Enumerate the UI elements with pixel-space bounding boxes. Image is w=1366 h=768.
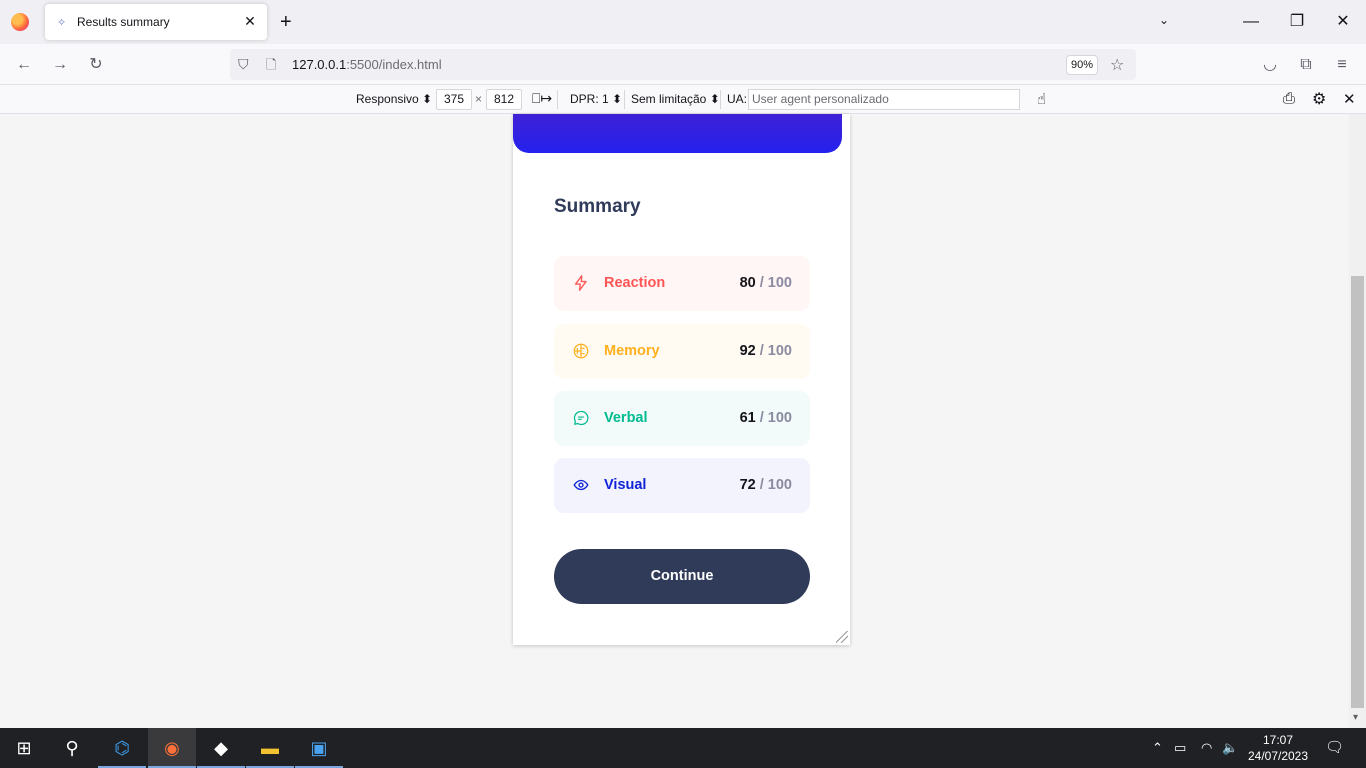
continue-button[interactable]: Continue	[554, 549, 810, 604]
search-icon[interactable]: ⚲	[48, 728, 96, 768]
toolbar-divider	[557, 90, 558, 109]
photos-icon[interactable]: ▣	[295, 728, 343, 768]
settings-gear-icon[interactable]: ⚙	[1312, 89, 1326, 109]
inkscape-icon[interactable]: ◆	[197, 728, 245, 768]
touch-simulation-icon[interactable]: ☝	[1037, 90, 1046, 108]
firefox-logo-icon[interactable]	[11, 13, 29, 31]
close-window-button[interactable]: ✕	[1328, 8, 1358, 36]
tab-strip: ✧ Results summary ✕ + ⌄ — ❐ ✕	[0, 0, 1366, 44]
tab-close-icon[interactable]: ✕	[241, 12, 259, 30]
viewport-area: Summary Reaction 80 / 100 Memory 92 / 10…	[0, 114, 1349, 728]
forward-arrow-icon[interactable]: →	[48, 53, 72, 77]
minimize-button[interactable]: —	[1236, 8, 1266, 36]
category-score: 61 / 100	[739, 410, 792, 426]
vertical-scrollbar[interactable]: ▾	[1349, 114, 1366, 728]
close-rdm-icon[interactable]: ✕	[1343, 90, 1356, 108]
scrollbar-thumb[interactable]	[1351, 276, 1364, 708]
dimension-separator: ×	[475, 92, 483, 106]
viewport-height-input[interactable]: 812	[486, 89, 522, 110]
bookmark-star-icon[interactable]: ☆	[1110, 55, 1124, 75]
toolbar-divider	[624, 90, 625, 109]
category-verbal: Verbal 61 / 100	[554, 391, 810, 446]
device-select[interactable]: Responsivo ⬍	[356, 92, 432, 106]
restore-button[interactable]: ❐	[1282, 8, 1312, 36]
clock-time: 17:07	[1262, 733, 1294, 747]
ua-label: UA:	[727, 92, 748, 106]
scroll-down-arrow-icon[interactable]: ▾	[1353, 712, 1358, 723]
file-explorer-icon[interactable]: ▬	[246, 728, 294, 768]
dpr-select[interactable]: DPR: 1 ⬍	[570, 92, 622, 106]
start-menu-icon[interactable]: ⊞	[0, 728, 48, 768]
extensions-icon[interactable]: ⧉	[1294, 53, 1318, 77]
tab-title: Results summary	[77, 15, 170, 29]
emulated-device-page: Summary Reaction 80 / 100 Memory 92 / 10…	[513, 114, 850, 645]
battery-icon[interactable]: ▭	[1174, 728, 1186, 768]
throttling-select[interactable]: Sem limitação ⬍	[631, 92, 720, 106]
vscode-icon[interactable]: ⌬	[98, 728, 146, 768]
category-reaction: Reaction 80 / 100	[554, 256, 810, 311]
new-tab-button[interactable]: +	[280, 12, 292, 32]
clock-date: 24/07/2023	[1247, 749, 1309, 763]
viewport-width-input[interactable]: 375	[436, 89, 472, 110]
show-hidden-icons-chevron-icon[interactable]: ⌃	[1152, 728, 1163, 768]
page-info-icon[interactable]: 🗋	[266, 56, 276, 78]
screenshot-icon[interactable]: ⎙	[1283, 90, 1295, 107]
back-arrow-icon[interactable]: ←	[12, 53, 36, 77]
app-menu-icon[interactable]: ≡	[1330, 53, 1354, 77]
tab-favicon-icon: ✧	[57, 17, 67, 29]
chat-icon	[573, 410, 589, 426]
brain-icon	[573, 343, 589, 359]
windows-taskbar: ⊞ ⚲ ⌬ ◉ ◆ ▬ ▣ ⌃ ▭ ◠ 🔈 17:07 24/07/2023 🗨	[0, 728, 1366, 768]
notifications-icon[interactable]: 🗨	[1325, 728, 1344, 768]
summary-title: Summary	[554, 196, 641, 217]
category-visual: Visual 72 / 100	[554, 458, 810, 513]
reload-icon[interactable]: ↻	[84, 53, 108, 77]
toolbar-divider	[720, 90, 721, 109]
system-clock[interactable]: 17:07 24/07/2023	[1246, 732, 1310, 764]
category-score: 72 / 100	[739, 477, 792, 493]
responsive-design-toolbar: Responsivo ⬍ 375 × 812 ⎕↦ DPR: 1 ⬍ Sem l…	[0, 85, 1366, 114]
wifi-icon[interactable]: ◠	[1201, 728, 1212, 768]
viewport-resize-handle[interactable]	[836, 631, 848, 643]
firefox-taskbar-icon[interactable]: ◉	[148, 728, 196, 768]
category-label: Verbal	[604, 410, 648, 426]
category-label: Reaction	[604, 275, 666, 291]
category-memory: Memory 92 / 100	[554, 324, 810, 379]
url-bar[interactable]: ⛉ 🗋 127.0.0.1:5500/index.html 90% ☆	[230, 49, 1136, 80]
list-all-tabs-button[interactable]: ⌄	[1159, 13, 1169, 27]
user-agent-input[interactable]: User agent personalizado	[748, 89, 1020, 110]
result-panel	[513, 114, 842, 153]
zoom-level-badge[interactable]: 90%	[1066, 55, 1098, 75]
category-score: 80 / 100	[739, 275, 792, 291]
category-label: Visual	[604, 477, 647, 493]
eye-icon	[573, 479, 589, 491]
tab-results-summary[interactable]: ✧ Results summary ✕	[45, 4, 267, 40]
rotate-viewport-icon[interactable]: ⎕↦	[532, 90, 552, 107]
url-text[interactable]: 127.0.0.1:5500/index.html	[292, 57, 442, 72]
category-label: Memory	[604, 343, 660, 359]
navigation-toolbar: ← → ↻ ⛉ 🗋 127.0.0.1:5500/index.html 90% …	[0, 44, 1366, 85]
volume-icon[interactable]: 🔈	[1222, 728, 1238, 768]
category-score: 92 / 100	[739, 343, 792, 359]
lightning-icon	[574, 275, 587, 291]
pocket-icon[interactable]: ◡	[1258, 53, 1282, 77]
tracking-shield-icon[interactable]: ⛉	[238, 56, 249, 73]
